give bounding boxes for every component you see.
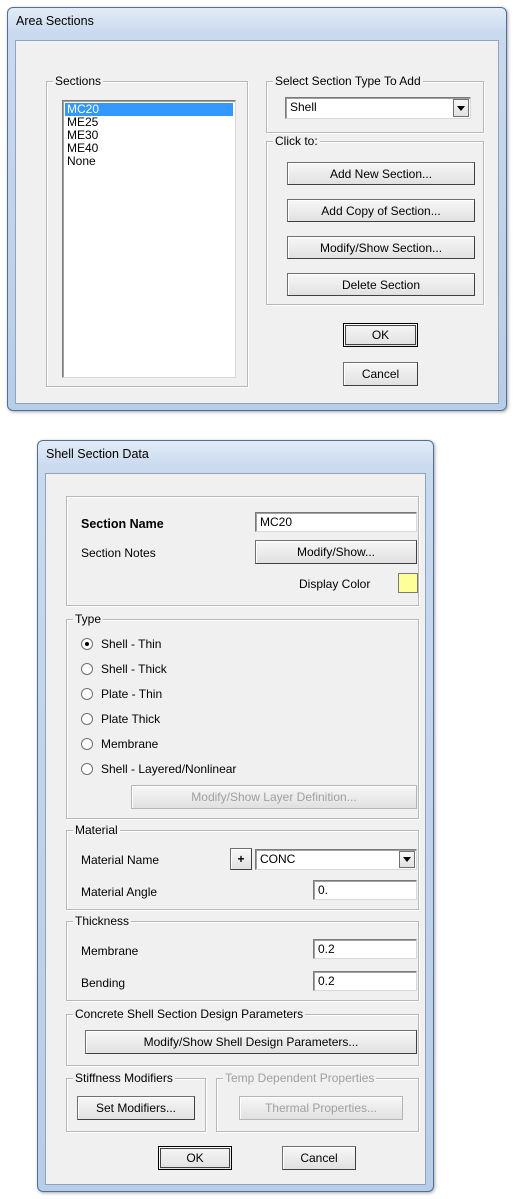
display-color-label: Display Color bbox=[299, 577, 371, 591]
section-name-label: Section Name bbox=[81, 517, 164, 531]
sections-group: Sections MC20 ME25 ME30 ME40 None bbox=[46, 74, 248, 387]
design-parameters-group: Concrete Shell Section Design Parameters… bbox=[66, 1007, 419, 1066]
temp-dependent-group: Temp Dependent Properties Thermal Proper… bbox=[216, 1071, 419, 1132]
section-type-group: Select Section Type To Add Shell bbox=[266, 74, 484, 133]
material-angle-input[interactable]: 0. bbox=[313, 880, 417, 900]
thickness-group: Thickness Membrane 0.2 Bending 0.2 bbox=[66, 914, 419, 1001]
modify-show-notes-button[interactable]: Modify/Show... bbox=[255, 540, 417, 564]
section-type-value: Shell bbox=[290, 100, 317, 114]
type-radio-membrane[interactable]: Membrane bbox=[81, 737, 158, 751]
section-name-group: Section Name MC20 Section Notes Modify/S… bbox=[66, 496, 419, 606]
stiffness-modifiers-group: Stiffness Modifiers Set Modifiers... bbox=[66, 1071, 206, 1132]
shell-ok-button[interactable]: OK bbox=[158, 1146, 232, 1170]
delete-section-button[interactable]: Delete Section bbox=[287, 273, 475, 296]
area-sections-ok-button[interactable]: OK bbox=[343, 323, 418, 347]
material-name-combo[interactable]: CONC bbox=[255, 849, 417, 870]
temp-dependent-group-label: Temp Dependent Properties bbox=[223, 1071, 377, 1085]
membrane-thickness-input[interactable]: 0.2 bbox=[313, 939, 417, 959]
material-name-value: CONC bbox=[260, 852, 296, 866]
type-group: Type Shell - Thin Shell - Thick Plate - … bbox=[66, 612, 419, 819]
area-sections-client: Sections MC20 ME25 ME30 ME40 None Select… bbox=[15, 40, 499, 404]
area-sections-dialog: Area Sections Sections MC20 ME25 ME30 ME… bbox=[7, 7, 507, 411]
type-radio-plate-thin[interactable]: Plate - Thin bbox=[81, 687, 162, 701]
stiffness-modifiers-group-label: Stiffness Modifiers bbox=[73, 1071, 175, 1085]
membrane-thickness-label: Membrane bbox=[81, 944, 139, 958]
chevron-down-icon[interactable] bbox=[453, 99, 469, 117]
set-modifiers-button[interactable]: Set Modifiers... bbox=[77, 1096, 195, 1120]
type-option-label: Shell - Layered/Nonlinear bbox=[101, 762, 237, 776]
design-parameters-group-label: Concrete Shell Section Design Parameters bbox=[73, 1007, 306, 1021]
radio-icon[interactable] bbox=[81, 738, 93, 750]
area-sections-cancel-button[interactable]: Cancel bbox=[343, 362, 418, 386]
type-option-label: Shell - Thin bbox=[101, 637, 162, 651]
shell-section-data-client: Section Name MC20 Section Notes Modify/S… bbox=[45, 473, 426, 1185]
add-new-section-button[interactable]: Add New Section... bbox=[287, 162, 475, 185]
thermal-properties-button: Thermal Properties... bbox=[239, 1096, 403, 1120]
type-radio-shell-layered[interactable]: Shell - Layered/Nonlinear bbox=[81, 762, 236, 776]
type-radio-shell-thick[interactable]: Shell - Thick bbox=[81, 662, 167, 676]
type-option-label: Plate - Thin bbox=[101, 687, 163, 701]
radio-icon[interactable] bbox=[81, 763, 93, 775]
section-name-input[interactable]: MC20 bbox=[255, 512, 417, 532]
radio-icon[interactable] bbox=[81, 663, 93, 675]
area-sections-title: Area Sections bbox=[16, 14, 94, 28]
radio-checked-icon[interactable] bbox=[81, 638, 93, 650]
click-to-group: Click to: Add New Section... Add Copy of… bbox=[266, 134, 484, 305]
material-name-label: Material Name bbox=[81, 853, 160, 867]
thickness-group-label: Thickness bbox=[73, 914, 132, 928]
type-radio-plate-thick[interactable]: Plate Thick bbox=[81, 712, 160, 726]
design-parameters-button[interactable]: Modify/Show Shell Design Parameters... bbox=[85, 1030, 417, 1054]
shell-cancel-button[interactable]: Cancel bbox=[282, 1146, 356, 1170]
type-option-label: Shell - Thick bbox=[101, 662, 167, 676]
radio-icon[interactable] bbox=[81, 713, 93, 725]
section-type-combo[interactable]: Shell bbox=[285, 97, 471, 119]
sections-group-label: Sections bbox=[53, 74, 104, 88]
section-type-group-label: Select Section Type To Add bbox=[273, 74, 423, 88]
click-to-group-label: Click to: bbox=[273, 134, 320, 148]
section-notes-label: Section Notes bbox=[81, 546, 156, 560]
add-copy-section-button[interactable]: Add Copy of Section... bbox=[287, 199, 475, 222]
type-option-label: Plate Thick bbox=[101, 712, 161, 726]
modify-show-section-button[interactable]: Modify/Show Section... bbox=[287, 236, 475, 259]
material-group: Material Material Name + CONC Material A… bbox=[66, 823, 419, 910]
type-group-label: Type bbox=[73, 612, 104, 626]
shell-section-data-dialog: Shell Section Data Section Name MC20 Sec… bbox=[37, 440, 434, 1192]
layer-definition-button: Modify/Show Layer Definition... bbox=[131, 785, 417, 809]
add-material-button[interactable]: + bbox=[230, 848, 252, 870]
bending-thickness-input[interactable]: 0.2 bbox=[313, 971, 417, 991]
sections-listbox[interactable]: MC20 ME25 ME30 ME40 None bbox=[62, 100, 236, 378]
type-radio-shell-thin[interactable]: Shell - Thin bbox=[81, 637, 161, 651]
material-angle-label: Material Angle bbox=[81, 885, 158, 899]
shell-section-data-title: Shell Section Data bbox=[46, 447, 149, 461]
bending-thickness-label: Bending bbox=[81, 976, 126, 990]
section-list-item[interactable]: None bbox=[65, 155, 233, 168]
material-group-label: Material bbox=[73, 823, 120, 837]
type-option-label: Membrane bbox=[101, 737, 159, 751]
display-color-swatch[interactable] bbox=[398, 573, 418, 593]
chevron-down-icon[interactable] bbox=[399, 851, 415, 868]
radio-icon[interactable] bbox=[81, 688, 93, 700]
